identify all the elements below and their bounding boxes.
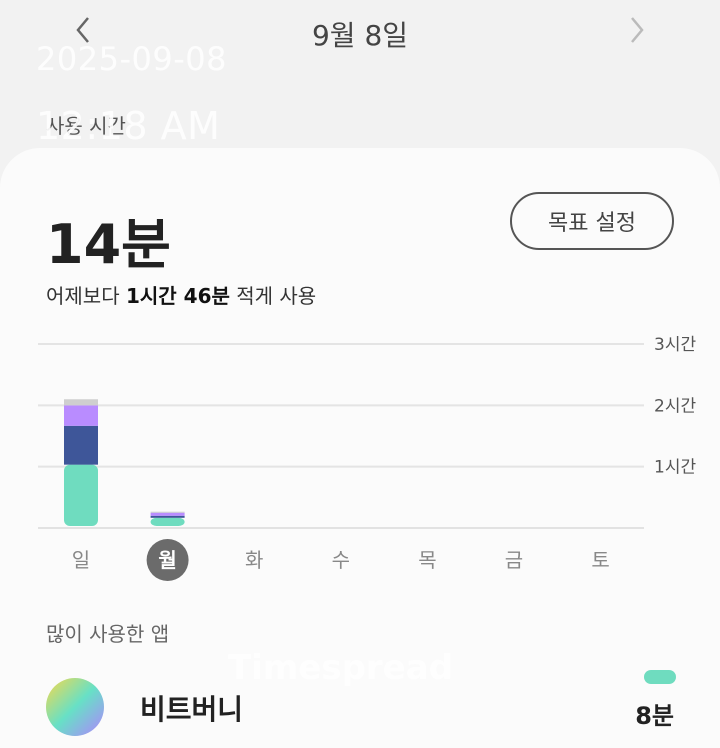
usage-bar-chart: 1시간 2시간 3시간일 월 화 수 목 금 토 [38,335,696,581]
bar-segment[interactable] [150,515,185,518]
compare-suffix: 적게 사용 [229,284,317,308]
total-usage: 14분 [46,213,171,276]
y-tick-label: 3시간 [654,335,696,355]
day-label[interactable]: 목 [418,548,436,572]
day-label[interactable]: 월 [158,548,176,572]
compare-value: 1시간 46분 [125,284,230,308]
day-label[interactable]: 화 [245,548,263,572]
app-usage-time: 8분 [635,702,674,730]
most-used-apps-label: 많이 사용한 앱 [46,622,170,646]
watermark: Timespread [228,648,454,688]
day-label[interactable]: 금 [505,548,523,572]
app-name: 비트버니 [140,693,244,726]
timestamp-date-overlay: 2025-09-08 [36,40,227,78]
bar-segment[interactable] [64,425,98,465]
day-label[interactable]: 수 [332,548,350,572]
bar-segment[interactable] [150,512,185,516]
compare-text: 어제보다 1시간 46분 적게 사용 [46,280,316,309]
bar-segment[interactable] [150,511,185,513]
bar-segment[interactable] [150,517,185,526]
bunny-app-icon [46,678,104,736]
app-usage-bar [644,670,676,684]
timestamp-time-overlay: 12:18 AM [36,104,221,148]
y-tick-label: 1시간 [654,458,696,478]
bar-segment[interactable] [64,399,98,406]
day-label[interactable]: 일 [72,548,90,572]
bar-segment[interactable] [64,405,98,426]
bar-segment[interactable] [64,464,98,526]
y-tick-label: 2시간 [654,396,696,416]
day-label[interactable]: 토 [591,548,609,572]
compare-prefix: 어제보다 [46,284,126,308]
set-goal-button[interactable]: 목표 설정 [510,192,674,250]
chevron-right-icon[interactable] [618,10,658,50]
